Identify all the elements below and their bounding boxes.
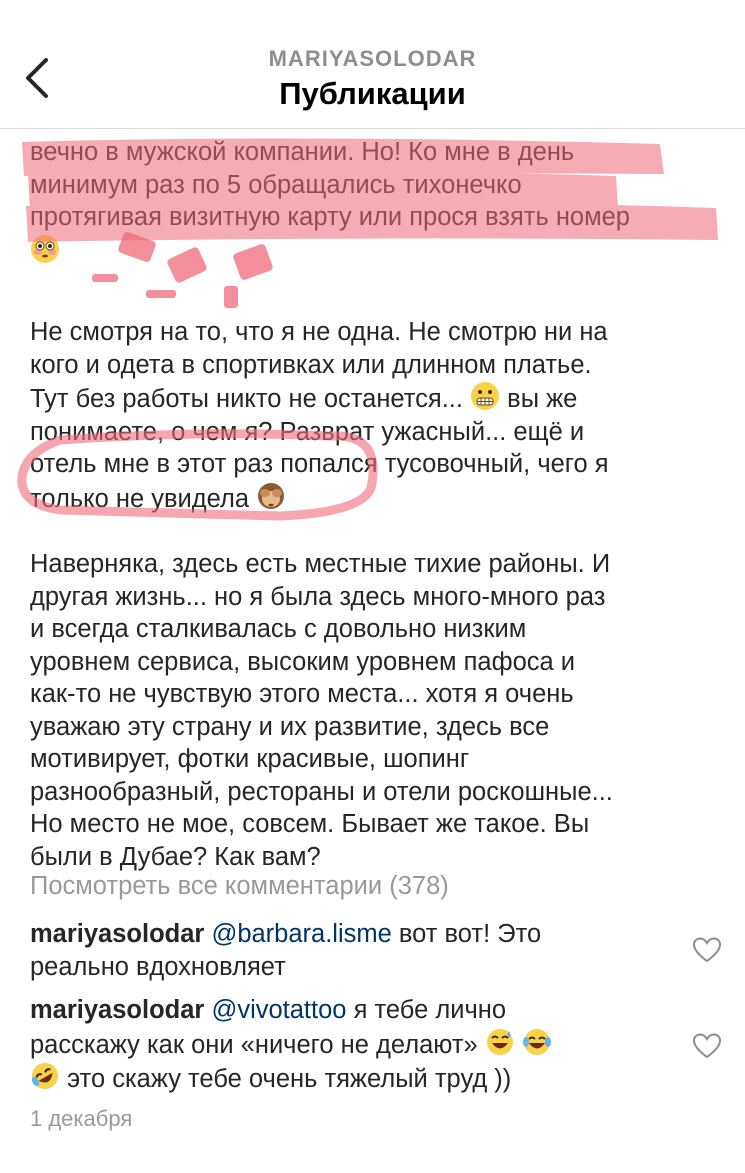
caption-text: Тут без работы никто не останется... [30, 385, 463, 413]
caption-line: как-то не чувствую этого места... хотя я… [30, 680, 574, 708]
flushed-face-emoji [31, 234, 59, 263]
comment-line: расскажу как они «ничего не делают» [30, 1027, 640, 1062]
comment-line: mariyasolodar @barbara.lisme вот вот! Эт… [30, 918, 640, 951]
caption-line: Наверняка, здесь есть местные тихие райо… [30, 550, 611, 578]
grimacing-face-emoji [471, 382, 500, 410]
view-all-comments-link[interactable]: Посмотреть все комментарии (378) [30, 872, 449, 901]
comment-mention[interactable]: @barbara.lisme [211, 920, 391, 948]
comment-text: это скажу тебе очень тяжелый труд )) [67, 1065, 512, 1093]
caption-text: только не увидела [30, 484, 250, 513]
caption-line: протягивая визитную карту или прося взят… [30, 203, 630, 231]
comment-2: mariyasolodar @vivotattoo я тебе лично р… [30, 994, 640, 1096]
comment-line: mariyasolodar @vivotattoo я тебе лично [30, 994, 640, 1027]
caption-line: были в Дубае? Как вам? [30, 842, 321, 871]
caption-line: вечно в мужской компании. Но! Ко мне в д… [30, 138, 575, 166]
page-title: Публикации [279, 76, 466, 111]
post-content: вечно в мужской компании. Но! Ко мне в д… [0, 128, 745, 1173]
caption-paragraph-2: Не смотря на то, что я не одна. Не смотр… [30, 316, 720, 515]
comment-text: вот вот! Это [391, 920, 542, 948]
comment-1: mariyasolodar @barbara.lisme вот вот! Эт… [30, 918, 640, 983]
caption-line: разнообразный, рестораны и отели роскошн… [30, 777, 613, 806]
caption-line: Тут без работы никто не останется... вы … [30, 381, 720, 416]
caption-line: Но место не мое, совсем. Бывает же такое… [30, 810, 590, 838]
caption-paragraph-1: вечно в мужской компании. Но! Ко мне в д… [30, 136, 720, 268]
comment-line: это скажу тебе очень тяжелый труд )) [30, 1061, 640, 1096]
caption-line: понимаете, о чем я? Разврат ужасный... е… [30, 417, 585, 446]
top-bar: MARIYASOLODAR Публикации [0, 0, 745, 129]
caption-line: только не увидела [30, 481, 720, 516]
post-date: 1 декабря [30, 1106, 133, 1131]
heart-icon[interactable] [692, 936, 722, 964]
comment-username[interactable]: mariyasolodar [30, 920, 204, 948]
caption-line: мотивирует, фотки красивые, шопинг [30, 745, 470, 773]
comment-mention[interactable]: @vivotattoo [211, 996, 346, 1024]
caption-line: Не смотря на то, что я не одна. Не смотр… [30, 318, 608, 346]
sweat-smile-emoji [486, 1028, 513, 1055]
see-no-evil-monkey-emoji [258, 482, 285, 509]
caption-line: и всегда сталкивалась с довольно низким [30, 615, 527, 643]
comment-line: реально вдохновляет [30, 952, 286, 981]
caption-line [30, 234, 720, 269]
comment-text: я тебе лично [346, 996, 507, 1024]
caption-paragraph-3: Наверняка, здесь есть местные тихие райо… [30, 548, 720, 873]
rofl-emoji [31, 1063, 58, 1089]
header-username[interactable]: MARIYASOLODAR [0, 46, 745, 72]
comment-text: расскажу как они «ничего не делают» [30, 1030, 478, 1059]
caption-line: уровнем сервиса, высоким уровнем пафоса … [30, 647, 576, 676]
joy-emoji [522, 1028, 551, 1055]
caption-line: уважаю эту страну и их развитие, здесь в… [30, 712, 550, 741]
caption-text: вы же [507, 385, 578, 413]
comment-username[interactable]: mariyasolodar [30, 996, 204, 1024]
post-caption: вечно в мужской компании. Но! Ко мне в д… [30, 136, 720, 906]
heart-icon[interactable] [692, 1032, 722, 1060]
caption-line: отель мне в этот раз попался тусовочный,… [30, 450, 609, 478]
caption-line: другая жизнь... но я была здесь много-мн… [30, 582, 606, 611]
caption-line: кого и одета в спортивках или длинном пл… [30, 350, 592, 379]
caption-line: минимум раз по 5 обращались тихонечко [30, 170, 522, 199]
